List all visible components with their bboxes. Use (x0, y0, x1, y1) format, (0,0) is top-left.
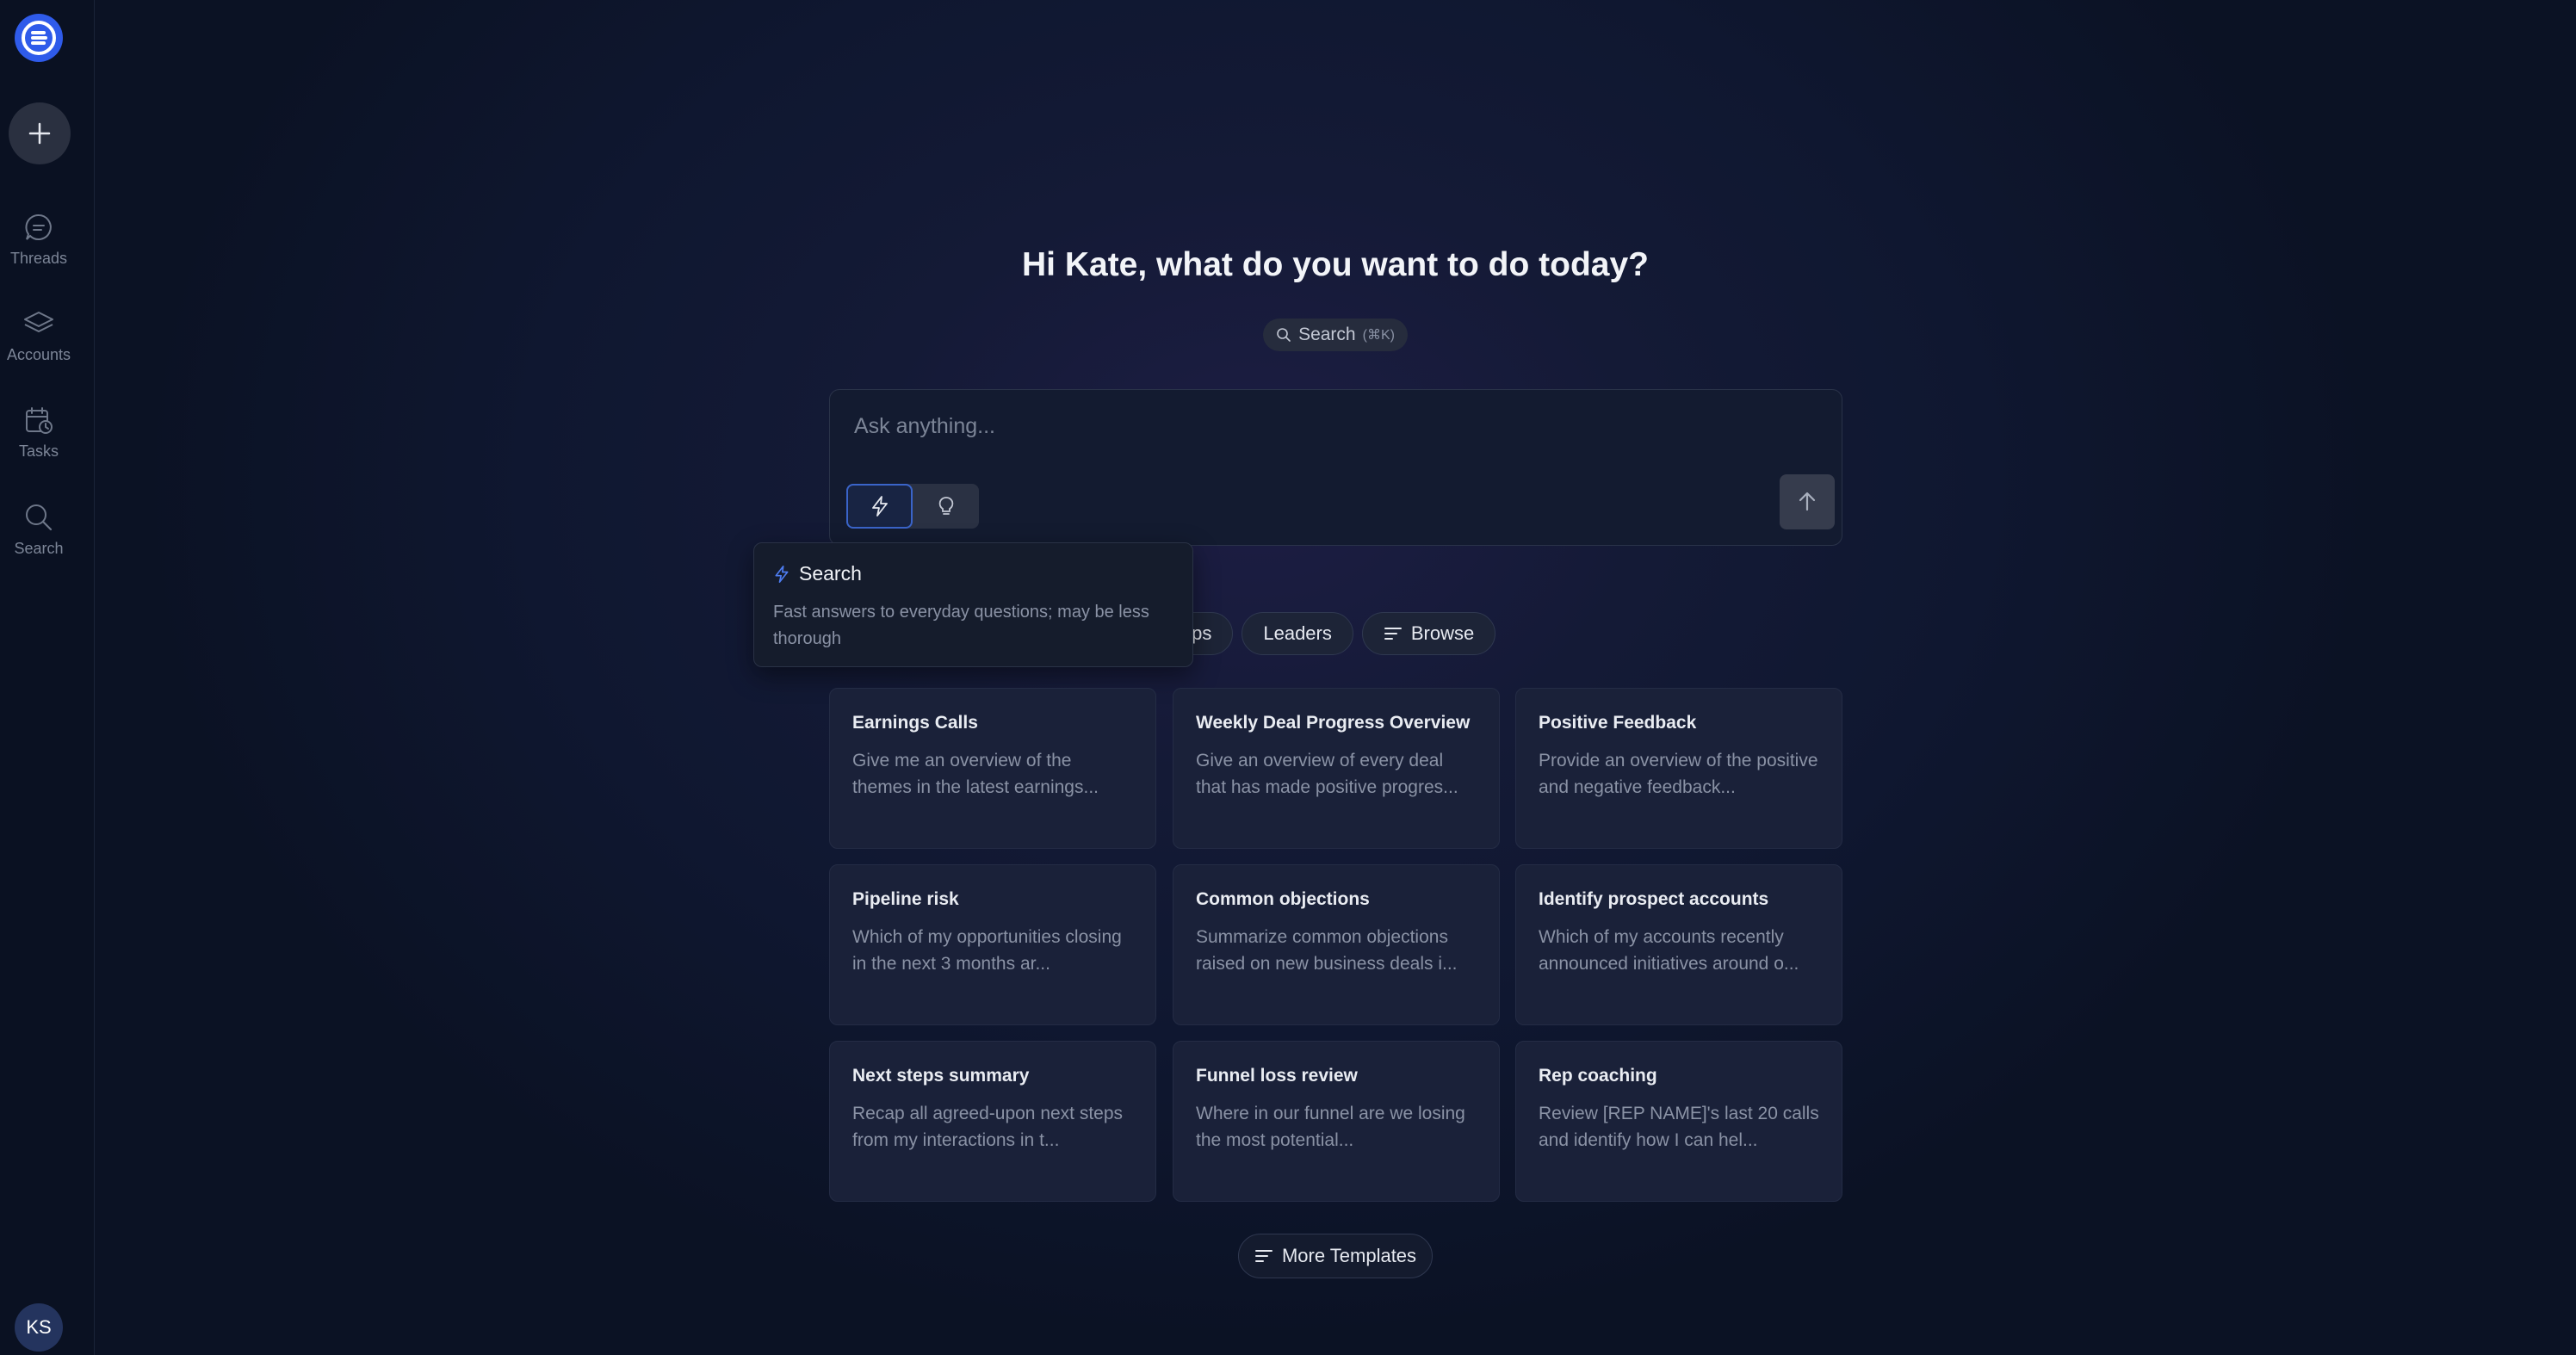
lightbulb-icon (938, 497, 953, 515)
chip-label: Leaders (1263, 622, 1332, 644)
template-card[interactable]: Next steps summary Recap all agreed-upon… (829, 1041, 1156, 1202)
app-window: Threads Accounts Tasks Search KS Hi Kate… (0, 0, 2576, 1355)
search-button[interactable]: Search (⌘K) (1263, 319, 1408, 351)
template-description: Recap all agreed-upon next steps from my… (852, 1104, 1124, 1150)
template-description: Give me an overview of the themes in the… (852, 751, 1099, 797)
template-title: Identify prospect accounts (1539, 889, 1769, 909)
template-title: Weekly Deal Progress Overview (1196, 713, 1471, 733)
template-title: Earnings Calls (852, 713, 978, 733)
template-description: Give an overview of every deal that has … (1196, 751, 1458, 797)
sidebar-item-threads[interactable]: Threads (0, 212, 77, 268)
template-title: Positive Feedback (1539, 713, 1697, 733)
template-card[interactable]: Earnings Calls Give me an overview of th… (829, 688, 1156, 849)
tooltip-title-text: Search (799, 562, 862, 585)
avatar[interactable]: KS (15, 1303, 63, 1352)
template-title: Next steps summary (852, 1066, 1030, 1086)
mode-toggle-group (846, 484, 979, 529)
tooltip-description: Fast answers to everyday questions; may … (773, 603, 1149, 648)
template-title: Rep coaching (1539, 1066, 1657, 1086)
template-description: Where in our funnel are we losing the mo… (1196, 1104, 1465, 1150)
template-card[interactable]: Weekly Deal Progress Overview Give an ov… (1173, 688, 1500, 849)
browse-button[interactable]: Browse (1361, 612, 1496, 655)
search-icon (26, 504, 53, 531)
template-description: Provide an overview of the positive and … (1539, 751, 1818, 797)
list-filter-icon (1254, 1250, 1273, 1262)
ask-input[interactable] (854, 409, 1715, 443)
layers-icon (24, 312, 53, 332)
lightning-icon (775, 565, 789, 583)
ask-box (829, 389, 1842, 546)
calendar-clock-icon (26, 407, 53, 434)
chip-label: Browse (1410, 622, 1475, 644)
template-title: Funnel loss review (1196, 1066, 1358, 1086)
send-button[interactable] (1780, 474, 1835, 529)
sidebar-item-tasks[interactable]: Tasks (0, 405, 77, 461)
template-title: Pipeline risk (852, 889, 959, 909)
template-card[interactable]: Positive Feedback Provide an overview of… (1515, 688, 1842, 849)
main-content: Hi Kate, what do you want to do today? S… (95, 0, 2576, 1355)
sidebar-item-label: Tasks (18, 442, 59, 460)
app-logo-icon[interactable] (15, 14, 63, 62)
template-description: Which of my opportunities closing in the… (852, 927, 1122, 974)
template-card[interactable]: Common objections Summarize common objec… (1173, 864, 1500, 1025)
arrow-up-icon (1799, 492, 1816, 511)
template-card[interactable]: Identify prospect accounts Which of my a… (1515, 864, 1842, 1025)
tooltip-title: Search (773, 562, 1173, 585)
sidebar-item-accounts[interactable]: Accounts (0, 308, 77, 364)
chat-bubble-icon (25, 213, 52, 240)
new-thread-button[interactable] (9, 102, 71, 164)
lightning-icon (871, 496, 888, 517)
template-card[interactable]: Pipeline risk Which of my opportunities … (829, 864, 1156, 1025)
template-description: Review [REP NAME]'s last 20 calls and id… (1539, 1104, 1819, 1150)
template-title: Common objections (1196, 889, 1370, 909)
template-card[interactable]: Funnel loss review Where in our funnel a… (1173, 1041, 1500, 1202)
plus-icon (28, 122, 51, 145)
sidebar: Threads Accounts Tasks Search KS (0, 0, 95, 1355)
keyboard-shortcut: (⌘K) (1362, 328, 1395, 343)
template-description: Which of my accounts recently announced … (1539, 927, 1799, 974)
page-title: Hi Kate, what do you want to do today? (1022, 246, 1649, 283)
avatar-initials: KS (26, 1316, 52, 1338)
think-mode-button[interactable] (913, 484, 979, 529)
sidebar-item-label: Accounts (6, 346, 71, 363)
sidebar-item-search[interactable]: Search (0, 502, 77, 558)
template-card[interactable]: Rep coaching Review [REP NAME]'s last 20… (1515, 1041, 1842, 1202)
template-description: Summarize common objections raised on ne… (1196, 927, 1458, 974)
mode-tooltip: Search Fast answers to everyday question… (753, 542, 1193, 667)
category-chip-leaders[interactable]: Leaders (1242, 612, 1353, 655)
list-filter-icon (1384, 628, 1402, 640)
sidebar-item-label: Search (14, 540, 64, 557)
search-mode-button[interactable] (846, 484, 913, 529)
more-templates-button[interactable]: More Templates (1238, 1234, 1433, 1278)
search-button-label: Search (1298, 325, 1356, 344)
more-templates-label: More Templates (1281, 1245, 1417, 1266)
sidebar-item-label: Threads (9, 250, 68, 267)
search-icon (1277, 328, 1291, 342)
